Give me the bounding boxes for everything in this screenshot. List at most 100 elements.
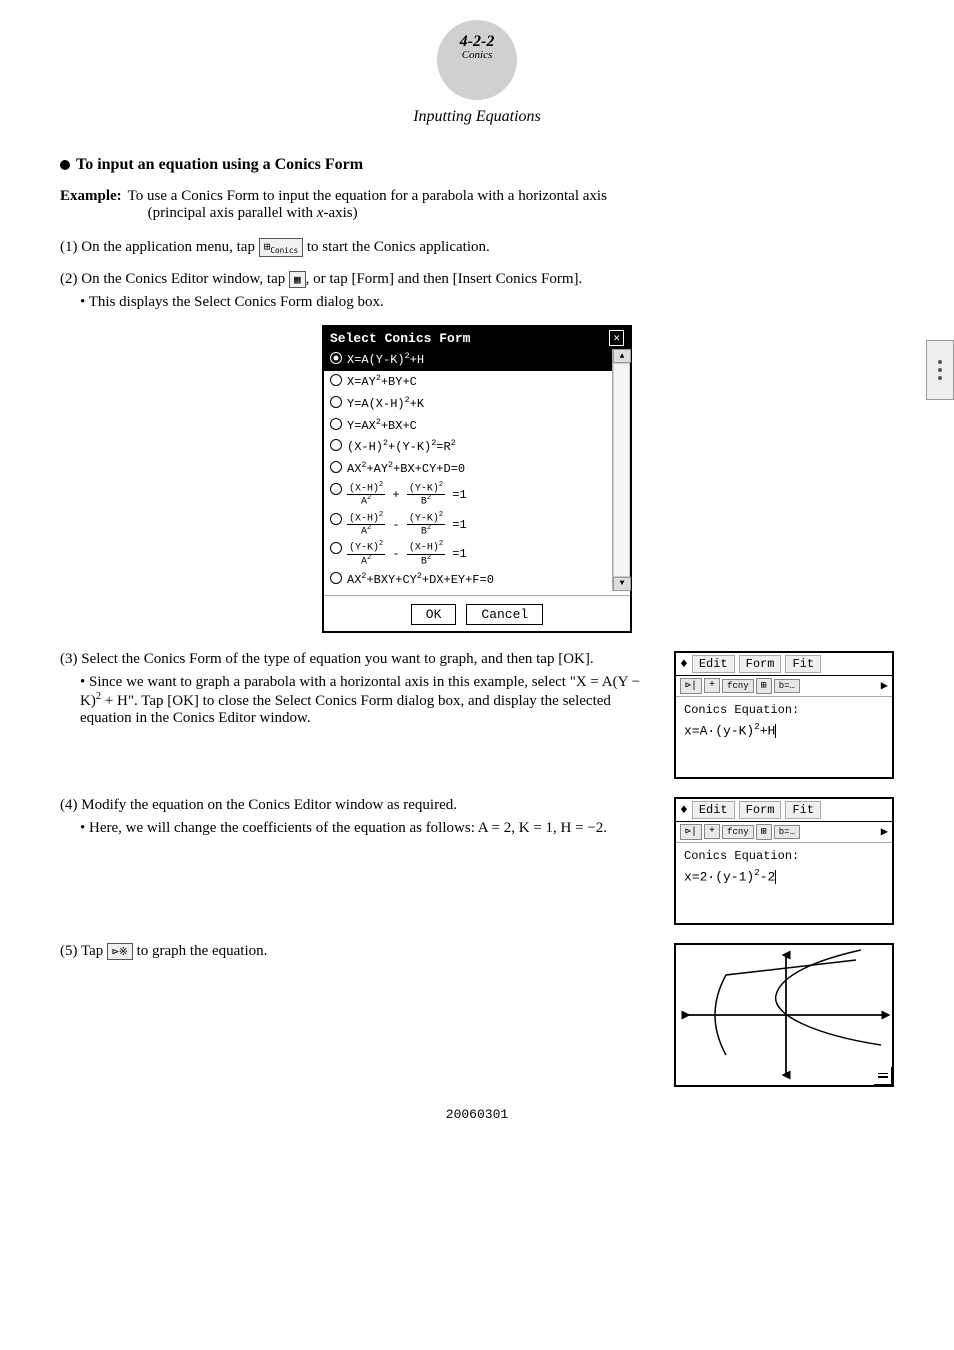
right-tab xyxy=(926,340,954,400)
radio-4[interactable] xyxy=(330,439,342,451)
editor-tab-fit-1[interactable]: Fit xyxy=(785,655,821,673)
scroll-up-arrow[interactable]: ▲ xyxy=(613,349,631,363)
toolbar-btn-plus-1[interactable]: + xyxy=(704,678,720,693)
dialog-header: Select Conics Form ✕ xyxy=(324,327,630,349)
editor-window-1: ♦ Edit Form Fit ⊳| + fcny ⊞ b=… ▶ Conics… xyxy=(674,651,894,779)
conics-option-6[interactable]: (X-H)2A2 + (Y-K)2B2 =1 xyxy=(324,480,612,510)
page-header: 4-2-2 Conics Inputting Equations xyxy=(60,20,894,126)
conics-app-icon: ⊞Conics xyxy=(259,238,303,257)
editor-tab-edit-1[interactable]: Edit xyxy=(692,655,735,673)
formula-9: AX2+BXY+CY2+DX+EY+F=0 xyxy=(347,571,606,589)
bullet-icon xyxy=(60,160,70,170)
graph-svg xyxy=(676,945,892,1085)
editor-tab-fit-2[interactable]: Fit xyxy=(785,801,821,819)
editor-toolbar-2: ⊳| + fcny ⊞ b=… ▶ xyxy=(676,822,892,843)
radio-0[interactable] xyxy=(330,352,342,364)
conics-option-5[interactable]: AX2+AY2+BX+CY+D=0 xyxy=(324,458,612,480)
formula-4: (X-H)2+(Y-K)2=R2 xyxy=(347,438,606,456)
section-number: 4-2-2 xyxy=(437,34,517,50)
conics-option-0[interactable]: X=A(Y-K)2+H xyxy=(324,349,612,371)
form-icon: ▦ xyxy=(289,271,306,288)
step-1-text: (1) On the application menu, tap ⊞Conics… xyxy=(60,239,490,255)
formula-8: (Y-K)2A2 - (X-H)2B2 =1 xyxy=(347,541,606,567)
formula-0: X=A(Y-K)2+H xyxy=(347,351,606,369)
graph-window xyxy=(674,943,894,1087)
radio-1[interactable] xyxy=(330,374,342,386)
editor-header-1: ♦ Edit Form Fit xyxy=(676,653,892,676)
toolbar-btn-eq-1[interactable]: b=… xyxy=(774,679,800,693)
conics-option-7[interactable]: (X-H)2A2 - (Y-K)2B2 =1 xyxy=(324,510,612,540)
step-1: (1) On the application menu, tap ⊞Conics… xyxy=(60,238,894,257)
dialog-ok-button[interactable]: OK xyxy=(411,604,457,625)
toolbar-btn-grid-2[interactable]: ⊞ xyxy=(756,824,772,840)
step-3-text: (3) Select the Conics Form of the type o… xyxy=(60,651,656,668)
dialog-title: Select Conics Form xyxy=(330,331,470,346)
page-title: Inputting Equations xyxy=(60,108,894,126)
conics-option-9[interactable]: AX2+BXY+CY2+DX+EY+F=0 xyxy=(324,569,612,591)
step-5-text: (5) Tap ⊳※ to graph the equation. xyxy=(60,943,656,960)
toolbar-arrow-2[interactable]: ▶ xyxy=(881,824,888,839)
editor-label-2: Conics Equation: xyxy=(684,849,884,863)
select-conics-form-dialog[interactable]: Select Conics Form ✕ X=A(Y-K)2+H X=AY2+B… xyxy=(322,325,632,633)
step-3-right: ♦ Edit Form Fit ⊳| + fcny ⊞ b=… ▶ Conics… xyxy=(674,651,894,779)
toolbar-btn-fcny-1[interactable]: fcny xyxy=(722,679,754,693)
radio-7[interactable] xyxy=(330,513,342,525)
editor-body-1: Conics Equation: x=A·(y-K)2+H xyxy=(676,697,892,777)
formula-7: (X-H)2A2 - (Y-K)2B2 =1 xyxy=(347,512,606,538)
scroll-track xyxy=(613,363,630,577)
radio-5[interactable] xyxy=(330,461,342,473)
conics-option-2[interactable]: Y=A(X-H)2+K xyxy=(324,393,612,415)
section-subtitle: Conics xyxy=(437,50,517,61)
step-4-text: (4) Modify the equation on the Conics Ed… xyxy=(60,797,656,814)
conics-option-4[interactable]: (X-H)2+(Y-K)2=R2 xyxy=(324,436,612,458)
toolbar-btn-fcny-2[interactable]: fcny xyxy=(722,825,754,839)
toolbar-btn-enter-1[interactable]: ⊳| xyxy=(680,678,702,694)
dialog-scrollbar[interactable]: ▲ ▼ xyxy=(612,349,630,591)
editor-header-2: ♦ Edit Form Fit xyxy=(676,799,892,822)
toolbar-arrow-1[interactable]: ▶ xyxy=(881,678,888,693)
dialog-close-button[interactable]: ✕ xyxy=(609,330,624,346)
dialog-cancel-button[interactable]: Cancel xyxy=(466,604,543,625)
radio-9[interactable] xyxy=(330,572,342,584)
formula-6: (X-H)2A2 + (Y-K)2B2 =1 xyxy=(347,482,606,508)
step-4-bullet: Here, we will change the coefficients of… xyxy=(60,820,656,837)
editor-equation-1: x=A·(y-K)2+H xyxy=(684,721,884,738)
editor-tab-form-2[interactable]: Form xyxy=(739,801,782,819)
select-conics-form-dialog-container: Select Conics Form ✕ X=A(Y-K)2+H X=AY2+B… xyxy=(60,325,894,633)
example-block: Example: To use a Conics Form to input t… xyxy=(60,188,894,222)
page-container: 4-2-2 Conics Inputting Equations To inpu… xyxy=(0,0,954,1350)
step-4-section: (4) Modify the equation on the Conics Ed… xyxy=(60,797,894,925)
section-heading: To input an equation using a Conics Form xyxy=(60,156,894,174)
step-3-bullet: Since we want to graph a parabola with a… xyxy=(60,674,656,727)
formula-3: Y=AX2+BX+C xyxy=(347,417,606,435)
radio-2[interactable] xyxy=(330,396,342,408)
toolbar-btn-plus-2[interactable]: + xyxy=(704,824,720,839)
conics-option-8[interactable]: (Y-K)2A2 - (X-H)2B2 =1 xyxy=(324,539,612,569)
dialog-footer: OK Cancel xyxy=(324,595,630,631)
example-text: To use a Conics Form to input the equati… xyxy=(128,188,894,222)
editor-tab-form-1[interactable]: Form xyxy=(739,655,782,673)
formula-5: AX2+AY2+BX+CY+D=0 xyxy=(347,460,606,478)
radio-8[interactable] xyxy=(330,542,342,554)
step-3-section: (3) Select the Conics Form of the type o… xyxy=(60,651,894,779)
radio-6[interactable] xyxy=(330,483,342,495)
step-5-section: (5) Tap ⊳※ to graph the equation. xyxy=(60,943,894,1087)
step-3-left: (3) Select the Conics Form of the type o… xyxy=(60,651,656,727)
step-2-bullet: This displays the Select Conics Form dia… xyxy=(60,294,894,311)
scroll-down-arrow[interactable]: ▼ xyxy=(613,577,631,591)
editor-toolbar-1: ⊳| + fcny ⊞ b=… ▶ xyxy=(676,676,892,697)
editor-tab-edit-2[interactable]: Edit xyxy=(692,801,735,819)
conics-option-1[interactable]: X=AY2+BY+C xyxy=(324,371,612,393)
step-2-text: (2) On the Conics Editor window, tap ▦, … xyxy=(60,271,582,287)
toolbar-btn-grid-1[interactable]: ⊞ xyxy=(756,678,772,694)
toolbar-btn-enter-2[interactable]: ⊳| xyxy=(680,824,702,840)
example-indent: Example: To use a Conics Form to input t… xyxy=(60,188,894,222)
formula-1: X=AY2+BY+C xyxy=(347,373,606,391)
toolbar-btn-eq-2[interactable]: b=… xyxy=(774,825,800,839)
step-4-left: (4) Modify the equation on the Conics Ed… xyxy=(60,797,656,837)
conics-option-3[interactable]: Y=AX2+BX+C xyxy=(324,415,612,437)
step-4-right: ♦ Edit Form Fit ⊳| + fcny ⊞ b=… ▶ Conics… xyxy=(674,797,894,925)
graph-area xyxy=(676,945,892,1085)
radio-3[interactable] xyxy=(330,418,342,430)
graph-corner-button[interactable] xyxy=(874,1067,892,1085)
